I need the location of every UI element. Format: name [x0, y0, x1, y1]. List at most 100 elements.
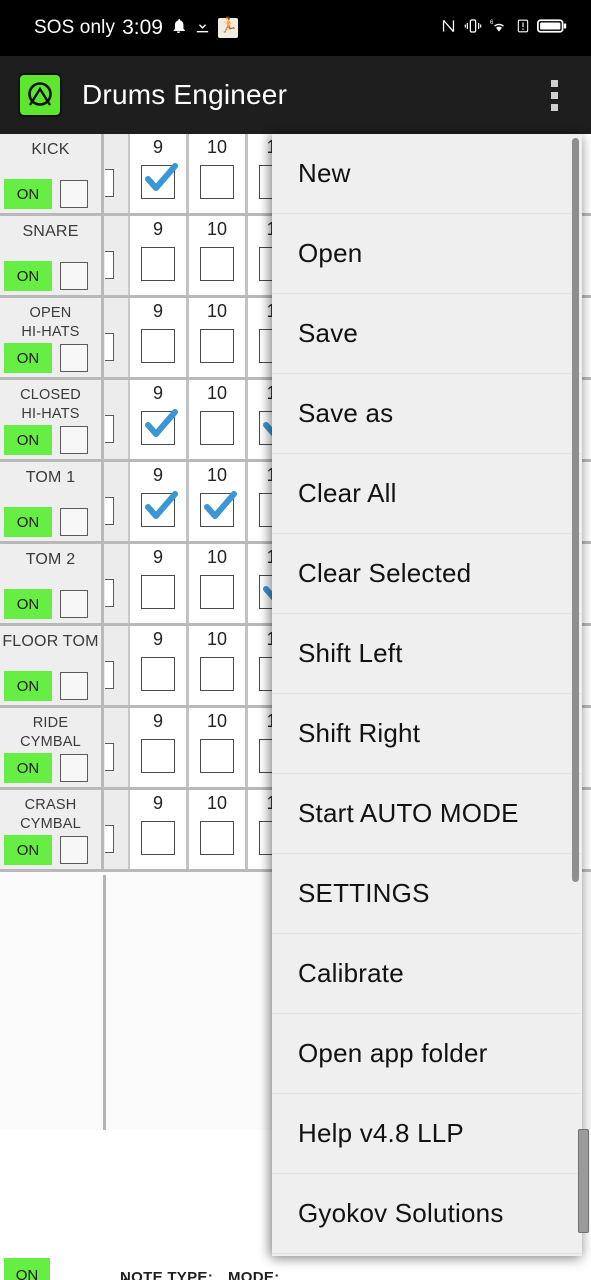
nfc-icon [440, 17, 457, 40]
menu-item-calibrate[interactable]: Calibrate [272, 934, 582, 1014]
partial-beat-column[interactable] [104, 134, 130, 213]
partial-beat-checkbox[interactable] [105, 169, 114, 197]
partial-beat-column[interactable] [104, 462, 130, 541]
partial-beat-checkbox[interactable] [105, 333, 114, 361]
bell-icon [170, 17, 187, 40]
track-on-button[interactable]: ON [4, 589, 52, 619]
partial-beat-column[interactable] [104, 790, 130, 869]
beat-checkbox[interactable] [200, 329, 234, 363]
track-name-label: FLOOR TOM [2, 633, 99, 650]
track-on-button[interactable]: ON [4, 343, 52, 373]
beat-number-label: 10 [206, 301, 228, 321]
track-select-checkbox[interactable] [60, 344, 88, 372]
menu-item-save[interactable]: Save [272, 294, 582, 374]
track-on-button[interactable]: ON [4, 671, 52, 701]
track-header: TOM 1 ON [0, 462, 104, 541]
running-person-icon [217, 18, 238, 38]
partial-beat-checkbox[interactable] [105, 579, 114, 607]
track-select-checkbox[interactable] [60, 262, 88, 290]
menu-item-save-as[interactable]: Save as [272, 374, 582, 454]
status-bar-right: 6 [440, 17, 567, 40]
beat-number-label: 9 [152, 629, 163, 649]
partial-beat-checkbox[interactable] [105, 251, 114, 279]
track-on-button[interactable]: ON [4, 835, 52, 865]
carrier-label: SOS only [34, 17, 116, 38]
track-name-label: TOM 1 [25, 469, 76, 486]
track-on-button[interactable]: ON [4, 425, 52, 455]
menu-item-open[interactable]: Open [272, 214, 582, 294]
menu-item-clear-selected[interactable]: Clear Selected [272, 534, 582, 614]
beat-checkbox[interactable] [200, 411, 234, 445]
track-select-checkbox[interactable] [60, 180, 88, 208]
track-on-button[interactable]: ON [4, 753, 52, 783]
track-select-checkbox[interactable] [60, 426, 88, 454]
beat-checkbox[interactable] [141, 491, 178, 527]
svg-text:6: 6 [490, 19, 494, 25]
beat-column: 10 [189, 708, 248, 787]
beat-checkbox[interactable] [200, 165, 234, 199]
beat-checkbox[interactable] [200, 657, 234, 691]
partial-beat-checkbox[interactable] [105, 743, 114, 771]
play-on-button[interactable]: ON [4, 1258, 50, 1280]
track-on-button[interactable]: ON [4, 261, 52, 291]
beat-checkbox[interactable] [141, 821, 175, 855]
beat-checkbox[interactable] [141, 247, 175, 281]
page-scrollbar[interactable] [578, 1129, 589, 1233]
menu-item-new[interactable]: New [272, 134, 582, 214]
track-controls: ON [0, 425, 104, 455]
track-select-checkbox[interactable] [60, 508, 88, 536]
menu-item-settings[interactable]: SETTINGS [272, 854, 582, 934]
beat-checkbox[interactable] [141, 657, 175, 691]
menu-item-gyokov-solutions[interactable]: Gyokov Solutions [272, 1174, 582, 1254]
beat-checkbox[interactable] [141, 329, 175, 363]
beat-number-label: 10 [206, 547, 228, 567]
beat-checkbox[interactable] [200, 739, 234, 773]
partial-beat-column[interactable] [104, 626, 130, 705]
track-select-checkbox[interactable] [60, 754, 88, 782]
track-controls: ON [0, 835, 104, 865]
track-select-checkbox[interactable] [60, 672, 88, 700]
partial-beat-checkbox[interactable] [105, 661, 114, 689]
partial-beat-column[interactable] [104, 298, 130, 377]
beat-number-label: 10 [206, 629, 228, 649]
partial-beat-column[interactable] [104, 216, 130, 295]
menu-item-open-app-folder[interactable]: Open app folder [272, 1014, 582, 1094]
track-controls: ON [0, 179, 104, 209]
menu-item-clear-all[interactable]: Clear All [272, 454, 582, 534]
beat-checkbox[interactable] [141, 739, 175, 773]
partial-beat-checkbox[interactable] [105, 825, 114, 853]
menu-item-start-auto-mode[interactable]: Start AUTO MODE [272, 774, 582, 854]
menu-item-help-v4-8-llp[interactable]: Help v4.8 LLP [272, 1094, 582, 1174]
track-on-button[interactable]: ON [4, 507, 52, 537]
track-select-checkbox[interactable] [60, 836, 88, 864]
partial-beat-column[interactable] [104, 544, 130, 623]
partial-beat-checkbox[interactable] [105, 497, 114, 525]
status-bar-left: SOS only 3:09 [0, 16, 238, 40]
beat-number-label: 9 [152, 547, 163, 567]
track-on-button[interactable]: ON [4, 179, 52, 209]
beat-checkbox[interactable] [200, 575, 234, 609]
beat-checkbox[interactable] [141, 409, 178, 445]
beat-checkbox[interactable] [200, 491, 237, 527]
beat-checkbox[interactable] [141, 163, 178, 199]
menu-scrollbar[interactable] [572, 138, 579, 882]
app-root: SOS only 3:09 6 [0, 0, 591, 1280]
track-controls: ON [0, 753, 104, 783]
beat-checkbox[interactable] [200, 821, 234, 855]
beat-column: 9 [130, 790, 189, 869]
overflow-menu-icon[interactable] [543, 75, 565, 115]
menu-item-shift-right[interactable]: Shift Right [272, 694, 582, 774]
partial-beat-column[interactable] [104, 380, 130, 459]
menu-item-shift-left[interactable]: Shift Left [272, 614, 582, 694]
partial-beat-column[interactable] [104, 708, 130, 787]
check-icon [145, 491, 178, 519]
track-header: SNARE ON [0, 216, 104, 295]
vibrate-icon [464, 17, 482, 40]
beat-number-label: 10 [206, 465, 228, 485]
beat-number-label: 9 [152, 137, 163, 157]
track-name-label: OPEN HI-HATS [21, 305, 80, 340]
beat-checkbox[interactable] [200, 247, 234, 281]
beat-checkbox[interactable] [141, 575, 175, 609]
track-select-checkbox[interactable] [60, 590, 88, 618]
partial-beat-checkbox[interactable] [105, 415, 114, 443]
